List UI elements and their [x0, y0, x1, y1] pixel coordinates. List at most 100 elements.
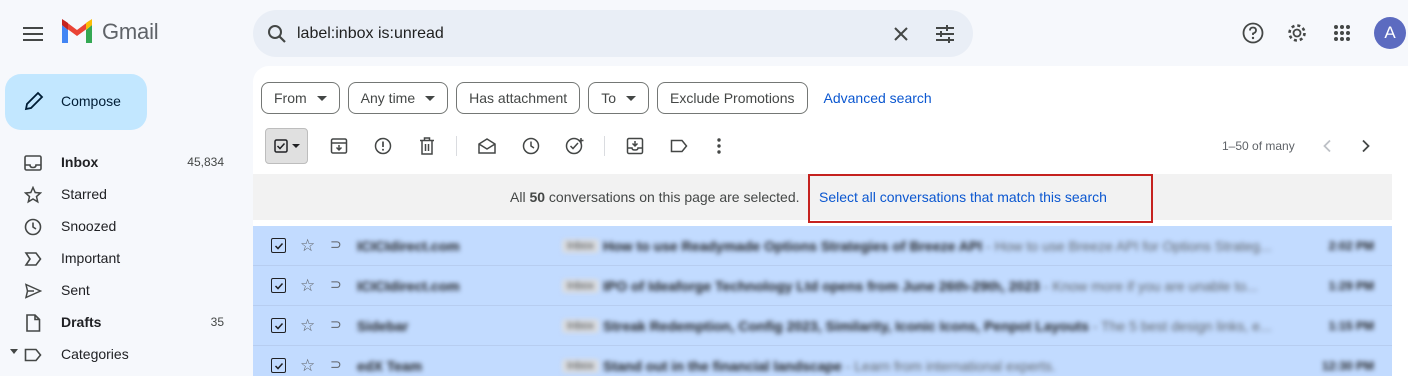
email-row[interactable]: ☆ ⊃ ICICIdirect.com Inbox How to use Rea…: [253, 226, 1392, 266]
more-vert-icon: [717, 138, 721, 154]
move-to-button[interactable]: [621, 132, 649, 160]
select-all-checkbox[interactable]: [265, 128, 308, 164]
add-task-icon: [565, 137, 584, 155]
email-row[interactable]: ☆ ⊃ ICICIdirect.com Inbox IPO of Ideafor…: [253, 266, 1392, 306]
sidebar-item-label: Snoozed: [61, 218, 117, 234]
move-to-icon: [626, 137, 644, 155]
email-subject-line: IPO of Ideaforge Technology Ltd opens fr…: [603, 278, 1283, 294]
important-marker-icon[interactable]: ⊃: [330, 356, 342, 373]
email-snippet: - Learn from international experts.: [841, 358, 1056, 374]
gear-icon: [1288, 24, 1306, 42]
from-filter-chip[interactable]: From: [261, 82, 340, 114]
important-marker-icon[interactable]: ⊃: [330, 276, 342, 293]
inbox-tag: Inbox: [562, 239, 599, 253]
search-bar: [253, 10, 973, 57]
labels-button[interactable]: [665, 132, 693, 160]
email-subject: IPO of Ideaforge Technology Ltd opens fr…: [603, 278, 1040, 294]
exclude-promotions-chip[interactable]: Exclude Promotions: [657, 82, 808, 114]
older-page-button[interactable]: [1352, 132, 1380, 160]
highlight-box: [808, 174, 1153, 223]
sidebar-item-label: Inbox: [61, 154, 99, 170]
pagination-label: 1–50 of many: [1222, 139, 1295, 153]
email-subject-line: Stand out in the financial landscape - L…: [603, 358, 1283, 374]
unread-count: 45,834: [187, 155, 224, 169]
selection-banner: All 50 conversations on this page are se…: [253, 174, 1392, 223]
sidebar-item-drafts[interactable]: Drafts 35: [0, 306, 246, 338]
clear-search-button[interactable]: [887, 20, 914, 47]
star-toggle-icon[interactable]: ☆: [300, 236, 315, 256]
archive-button[interactable]: [325, 132, 353, 160]
search-icon: [267, 24, 286, 43]
advanced-search-link[interactable]: Advanced search: [824, 90, 932, 106]
inbox-tag: Inbox: [562, 319, 599, 333]
to-filter-chip[interactable]: To: [588, 82, 649, 114]
row-checkbox[interactable]: [271, 278, 286, 293]
sidebar-item-label: Categories: [61, 346, 129, 362]
email-list: ☆ ⊃ ICICIdirect.com Inbox How to use Rea…: [253, 226, 1392, 376]
email-snippet: - Know more if you are unable to...: [1039, 278, 1258, 294]
mark-as-read-button[interactable]: [473, 132, 501, 160]
sidebar-item-important[interactable]: Important: [0, 242, 246, 274]
main-panel: From Any time Has attachment To Exclude …: [253, 66, 1408, 376]
sidebar-item-categories[interactable]: Categories: [0, 338, 246, 370]
draft-icon: [23, 313, 43, 333]
sidebar-item-label: Starred: [61, 186, 107, 202]
inbox-icon: [23, 153, 43, 173]
open-envelope-icon: [478, 138, 496, 154]
row-checkbox[interactable]: [271, 318, 286, 333]
checked-checkbox-icon: [273, 139, 288, 153]
account-avatar[interactable]: A: [1374, 17, 1406, 49]
dropdown-arrow-icon: [425, 95, 436, 101]
star-toggle-icon[interactable]: ☆: [300, 356, 315, 376]
email-subject-line: Streak Redemption, Config 2023, Similari…: [603, 318, 1283, 334]
search-chips: From Any time Has attachment To Exclude …: [261, 82, 932, 114]
report-spam-button[interactable]: [369, 132, 397, 160]
compose-button[interactable]: Compose: [5, 74, 147, 130]
expand-caret-icon[interactable]: [10, 349, 18, 354]
row-checkbox[interactable]: [271, 238, 286, 253]
sidebar-item-inbox[interactable]: Inbox 45,834: [0, 146, 246, 178]
star-toggle-icon[interactable]: ☆: [300, 316, 315, 336]
important-marker-icon[interactable]: ⊃: [330, 236, 342, 253]
toolbar-divider: [604, 136, 605, 156]
star-toggle-icon[interactable]: ☆: [300, 276, 315, 296]
more-actions-button[interactable]: [705, 132, 733, 160]
chevron-down-icon: [291, 144, 300, 148]
add-to-tasks-button[interactable]: [561, 132, 589, 160]
snooze-button[interactable]: [517, 132, 545, 160]
newer-page-button[interactable]: [1313, 132, 1341, 160]
sidebar-item-sent[interactable]: Sent: [0, 274, 246, 306]
has-attachment-chip[interactable]: Has attachment: [456, 82, 581, 114]
delete-button[interactable]: [413, 132, 441, 160]
sidebar-item-label: Sent: [61, 282, 90, 298]
support-button[interactable]: [1240, 20, 1266, 46]
any-time-filter-chip[interactable]: Any time: [347, 82, 449, 114]
settings-button[interactable]: [1284, 20, 1310, 46]
search-options-button[interactable]: [931, 20, 958, 47]
hamburger-icon: [23, 27, 43, 41]
google-apps-button[interactable]: [1329, 20, 1355, 46]
email-sender: ICICIdirect.com: [357, 238, 460, 254]
important-marker-icon[interactable]: ⊃: [330, 316, 342, 333]
trash-icon: [420, 137, 434, 155]
sidebar-item-starred[interactable]: Starred: [0, 178, 246, 210]
email-time: 1:15 PM: [1328, 319, 1374, 333]
chip-label: Any time: [360, 90, 416, 106]
search-button[interactable]: [263, 20, 290, 47]
gmail-logo[interactable]: Gmail: [60, 19, 159, 45]
email-sender: ICICIdirect.com: [357, 278, 460, 294]
dropdown-arrow-icon: [316, 95, 327, 101]
search-input[interactable]: [297, 18, 877, 49]
selection-count: 50: [529, 189, 546, 205]
check-icon: [274, 322, 283, 330]
email-row[interactable]: ☆ ⊃ edX Team Inbox Stand out in the fina…: [253, 346, 1392, 376]
email-row[interactable]: ☆ ⊃ Sidebar Inbox Streak Redemption, Con…: [253, 306, 1392, 346]
email-time: 2:02 PM: [1328, 239, 1374, 253]
check-icon: [274, 362, 283, 370]
sidebar-item-snoozed[interactable]: Snoozed: [0, 210, 246, 242]
row-checkbox[interactable]: [271, 358, 286, 373]
check-icon: [274, 242, 283, 250]
selection-suffix: conversations on this page are selected.: [548, 189, 800, 205]
main-menu-button[interactable]: [16, 17, 50, 51]
archive-icon: [330, 138, 348, 154]
